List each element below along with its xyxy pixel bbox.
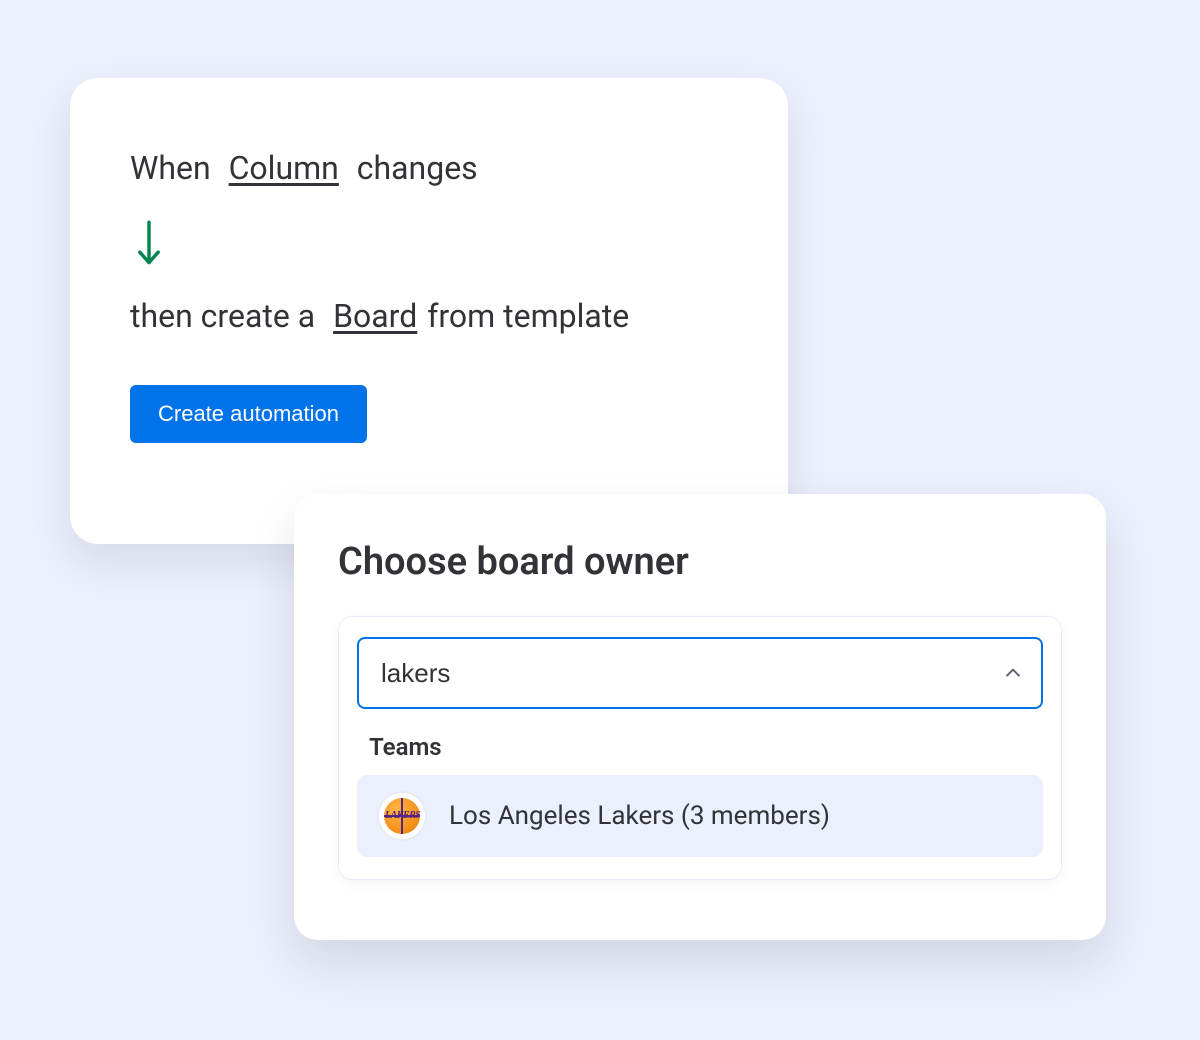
owner-search-wrapper [357, 637, 1043, 709]
automation-action-line: then create a Board from template [130, 296, 728, 338]
chevron-up-icon [1003, 663, 1023, 683]
arrow-down-icon [134, 220, 164, 266]
owner-picker-title: Choose board owner [338, 540, 1062, 584]
team-option-label: Los Angeles Lakers (3 members) [449, 801, 830, 831]
trigger-suffix: changes [349, 148, 478, 190]
action-suffix: from template [427, 296, 629, 338]
automation-trigger-line: When Column changes [130, 148, 728, 190]
create-automation-button[interactable]: Create automation [130, 385, 367, 443]
action-board-token[interactable]: Board [333, 296, 417, 338]
team-option[interactable]: LAKERS Los Angeles Lakers (3 members) [357, 775, 1043, 857]
dropdown-toggle[interactable] [985, 663, 1041, 683]
owner-dropdown-panel: Teams LAKERS Los Angeles Lakers (3 membe… [338, 616, 1062, 880]
automation-card: When Column changes then create a Board … [70, 78, 788, 544]
action-prefix: then create a [130, 296, 323, 338]
trigger-column-token[interactable]: Column [229, 148, 339, 190]
team-avatar-icon: LAKERS [377, 791, 427, 841]
owner-search-input[interactable] [359, 639, 985, 707]
choose-board-owner-card: Choose board owner Teams LAKERS Los Ange… [294, 494, 1106, 940]
teams-section-label: Teams [369, 733, 1043, 761]
trigger-prefix: When [130, 148, 219, 190]
